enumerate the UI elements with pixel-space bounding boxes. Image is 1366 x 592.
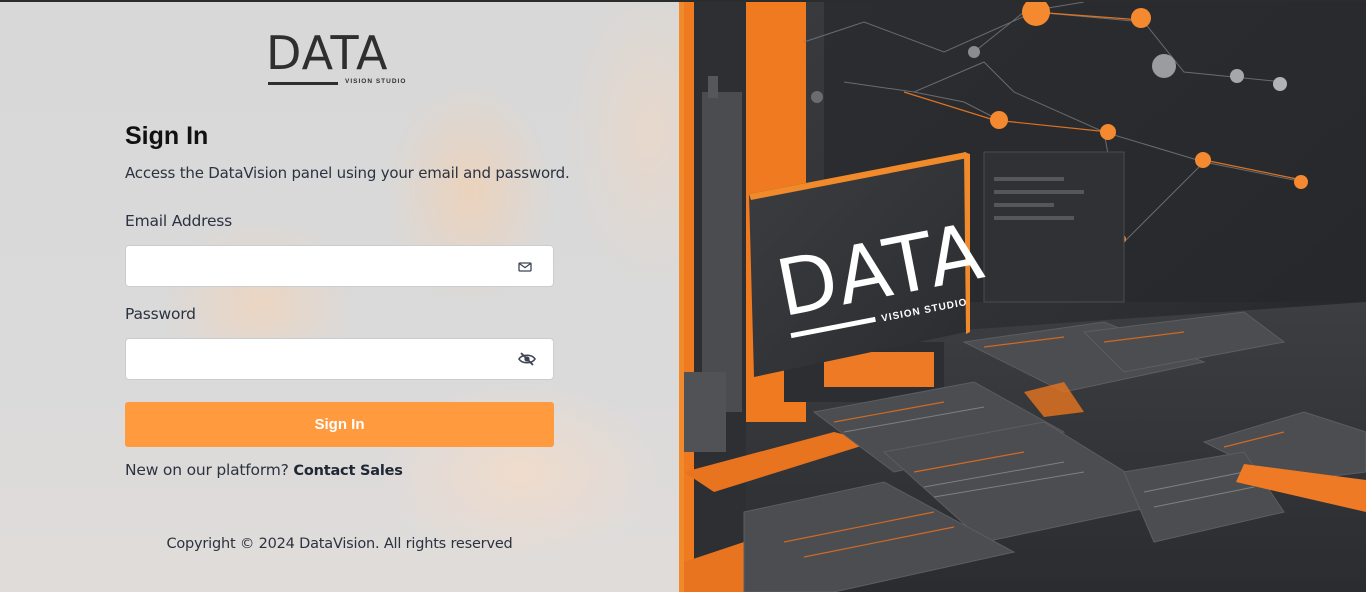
top-border <box>0 0 1366 2</box>
contact-sales-link[interactable]: Contact Sales <box>293 463 402 479</box>
mail-icon <box>517 259 533 273</box>
sign-in-button[interactable]: Sign In <box>125 402 554 447</box>
brand-logo: DATA VISION STUDIO <box>266 26 412 88</box>
signup-prompt: New on our platform? Contact Sales <box>125 461 403 479</box>
page-title: Sign In <box>125 122 209 150</box>
copyright-text: Copyright © 2024 DataVision. All rights … <box>166 536 513 552</box>
logo-wordmark: DATA <box>266 26 389 80</box>
email-label: Email Address <box>125 212 233 230</box>
hero-illustration: DATA VISION STUDIO <box>684 2 1366 592</box>
password-field-wrapper <box>125 338 554 380</box>
logo-underline <box>268 82 338 85</box>
email-field[interactable] <box>126 246 506 286</box>
eye-off-icon[interactable] <box>517 351 537 367</box>
page-subtitle: Access the DataVision panel using your e… <box>125 164 570 182</box>
password-label: Password <box>125 305 196 323</box>
password-field[interactable] <box>126 339 506 379</box>
logo-subtitle: VISION STUDIO <box>345 78 407 85</box>
email-field-wrapper <box>125 245 554 287</box>
signup-prompt-text: New on our platform? <box>125 461 289 479</box>
login-panel: DATA VISION STUDIO Sign In Access the Da… <box>0 2 679 592</box>
